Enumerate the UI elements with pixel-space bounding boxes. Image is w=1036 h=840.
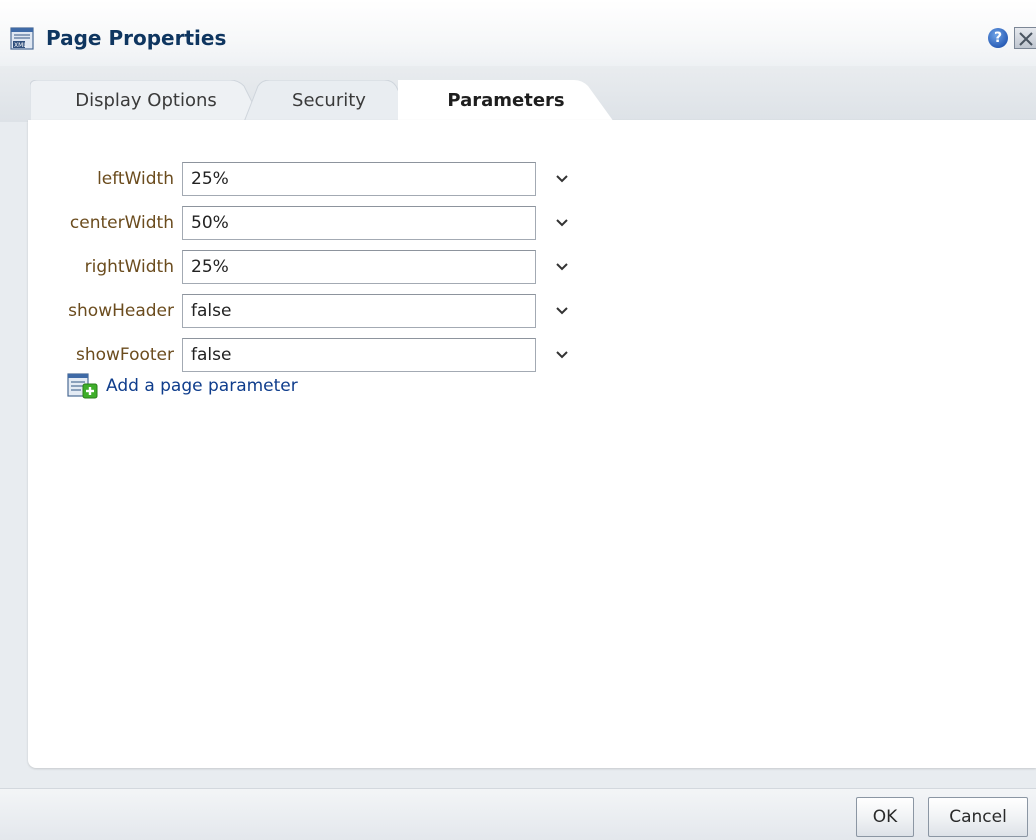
parameter-value-field[interactable]: 25% <box>182 250 536 284</box>
chevron-down-icon[interactable] <box>554 172 570 186</box>
parameters-panel: leftWidth 25% centerWidth 50% rightWidth… <box>28 120 1036 768</box>
page-properties-dialog: XML Page Properties ? Display Options Se… <box>0 0 1036 840</box>
tab-parameters-label: Parameters <box>447 90 565 111</box>
parameter-name: showHeader <box>68 301 174 321</box>
tab-parameters[interactable]: Parameters <box>398 80 614 122</box>
add-page-parameter-icon <box>67 373 98 399</box>
chevron-down-icon[interactable] <box>554 216 570 230</box>
add-page-parameter-label: Add a page parameter <box>106 376 298 396</box>
tab-display-options[interactable]: Display Options <box>30 80 262 122</box>
tab-security-label: Security <box>292 90 366 111</box>
page-properties-icon: XML <box>10 27 36 51</box>
parameter-name: centerWidth <box>69 213 174 233</box>
cancel-button[interactable]: Cancel <box>928 797 1028 837</box>
parameter-value-field[interactable]: false <box>182 294 536 328</box>
parameter-row: rightWidth 25% <box>28 250 628 284</box>
parameter-row: showFooter false <box>28 338 628 372</box>
parameter-value-field[interactable]: 50% <box>182 206 536 240</box>
parameter-value-field[interactable]: false <box>182 338 536 372</box>
chevron-down-icon[interactable] <box>554 348 570 362</box>
dialog-title: Page Properties <box>46 26 227 50</box>
svg-text:XML: XML <box>14 42 27 49</box>
chevron-down-icon[interactable] <box>554 304 570 318</box>
tab-strip: Display Options Security Parameters <box>0 66 1036 122</box>
close-icon[interactable] <box>1014 27 1036 49</box>
dialog-title-bar: XML Page Properties ? <box>0 0 1036 66</box>
parameter-name: rightWidth <box>84 257 174 277</box>
parameter-row: showHeader false <box>28 294 628 328</box>
help-icon[interactable]: ? <box>988 28 1008 48</box>
parameter-row: centerWidth 50% <box>28 206 628 240</box>
parameter-name: leftWidth <box>97 169 174 189</box>
parameter-value-field[interactable]: 25% <box>182 162 536 196</box>
tab-display-options-label: Display Options <box>75 90 217 111</box>
ok-button[interactable]: OK <box>856 797 914 837</box>
tab-security[interactable]: Security <box>244 80 414 122</box>
dialog-button-bar: OK Cancel <box>0 788 1036 840</box>
chevron-down-icon[interactable] <box>554 260 570 274</box>
parameter-name: showFooter <box>75 345 174 365</box>
parameter-row: leftWidth 25% <box>28 162 628 196</box>
